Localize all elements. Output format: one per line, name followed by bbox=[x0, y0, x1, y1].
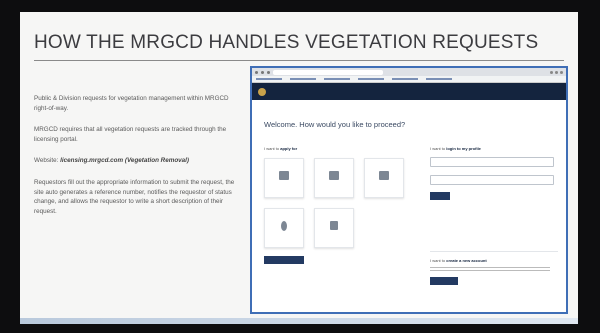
bookmark-item bbox=[324, 78, 350, 80]
presentation-slide: HOW THE MRGCD HANDLES VEGETATION REQUEST… bbox=[20, 12, 578, 324]
special-use-icon bbox=[329, 171, 339, 180]
login-bold: login to my profile bbox=[446, 146, 481, 151]
email-field[interactable] bbox=[430, 157, 554, 167]
paragraph-licensing-portal: MRGCD requires that all vegetation reque… bbox=[34, 126, 227, 143]
bookmark-item bbox=[256, 78, 282, 80]
create-prefix: I want to bbox=[430, 258, 447, 263]
bookmark-item bbox=[392, 78, 418, 80]
welcome-heading: Welcome. How would you like to proceed? bbox=[264, 120, 406, 129]
login-button[interactable] bbox=[430, 192, 450, 200]
reload-icon bbox=[267, 70, 270, 74]
traffic-card[interactable] bbox=[364, 158, 404, 198]
title-divider bbox=[34, 60, 564, 61]
website-link[interactable]: licensing.mrgcd.com (Vegetation Removal) bbox=[60, 157, 189, 164]
bookmarks-bar bbox=[252, 76, 566, 83]
license-icon bbox=[279, 171, 289, 180]
create-description bbox=[430, 267, 558, 273]
extension-icon bbox=[550, 70, 553, 74]
create-account-button[interactable] bbox=[430, 277, 458, 285]
bookmark-item bbox=[290, 78, 316, 80]
apply-prefix: I want to bbox=[264, 146, 281, 151]
login-panel: I want to login to my profile bbox=[430, 146, 558, 200]
paragraph-requestors: Requestors fill out the appropriate info… bbox=[34, 179, 235, 215]
create-heading: I want to create a new account bbox=[430, 258, 558, 263]
login-prefix: I want to bbox=[430, 146, 447, 151]
traffic-icon bbox=[379, 171, 389, 180]
vegetation-icon bbox=[281, 220, 287, 231]
facility-card[interactable] bbox=[314, 208, 354, 248]
apply-heading: I want to apply for bbox=[264, 146, 297, 151]
view-all-button[interactable] bbox=[264, 256, 304, 264]
address-bar bbox=[273, 69, 383, 75]
forward-icon bbox=[261, 70, 264, 74]
slide-title: HOW THE MRGCD HANDLES VEGETATION REQUEST… bbox=[34, 32, 539, 53]
apply-bold: apply for bbox=[280, 146, 298, 151]
browser-chrome bbox=[252, 68, 566, 76]
portal-screenshot: Welcome. How would you like to proceed? … bbox=[250, 66, 568, 314]
special-use-card[interactable] bbox=[314, 158, 354, 198]
vegetation-card[interactable] bbox=[264, 208, 304, 248]
license-card[interactable] bbox=[264, 158, 304, 198]
portal-header bbox=[252, 83, 566, 100]
create-account-panel: I want to create a new account bbox=[430, 251, 558, 285]
login-heading: I want to login to my profile bbox=[430, 146, 558, 151]
mrgcd-logo-icon bbox=[258, 87, 266, 96]
login-actions bbox=[430, 192, 554, 200]
bookmark-item bbox=[358, 78, 384, 80]
extensions bbox=[550, 70, 563, 74]
facility-icon bbox=[330, 221, 338, 230]
password-field[interactable] bbox=[430, 175, 554, 185]
slide-footer-bar bbox=[20, 318, 578, 324]
website-label: Website: bbox=[34, 157, 61, 164]
create-bold: create a new account bbox=[446, 258, 487, 263]
paragraph-public-division: Public & Division requests for vegetatio… bbox=[34, 95, 229, 112]
extension-icon bbox=[555, 70, 558, 74]
back-icon bbox=[255, 70, 258, 74]
bookmark-item bbox=[426, 78, 452, 80]
profile-icon bbox=[560, 70, 563, 74]
paragraph-website: Website: licensing.mrgcd.com (Vegetation… bbox=[34, 156, 239, 166]
